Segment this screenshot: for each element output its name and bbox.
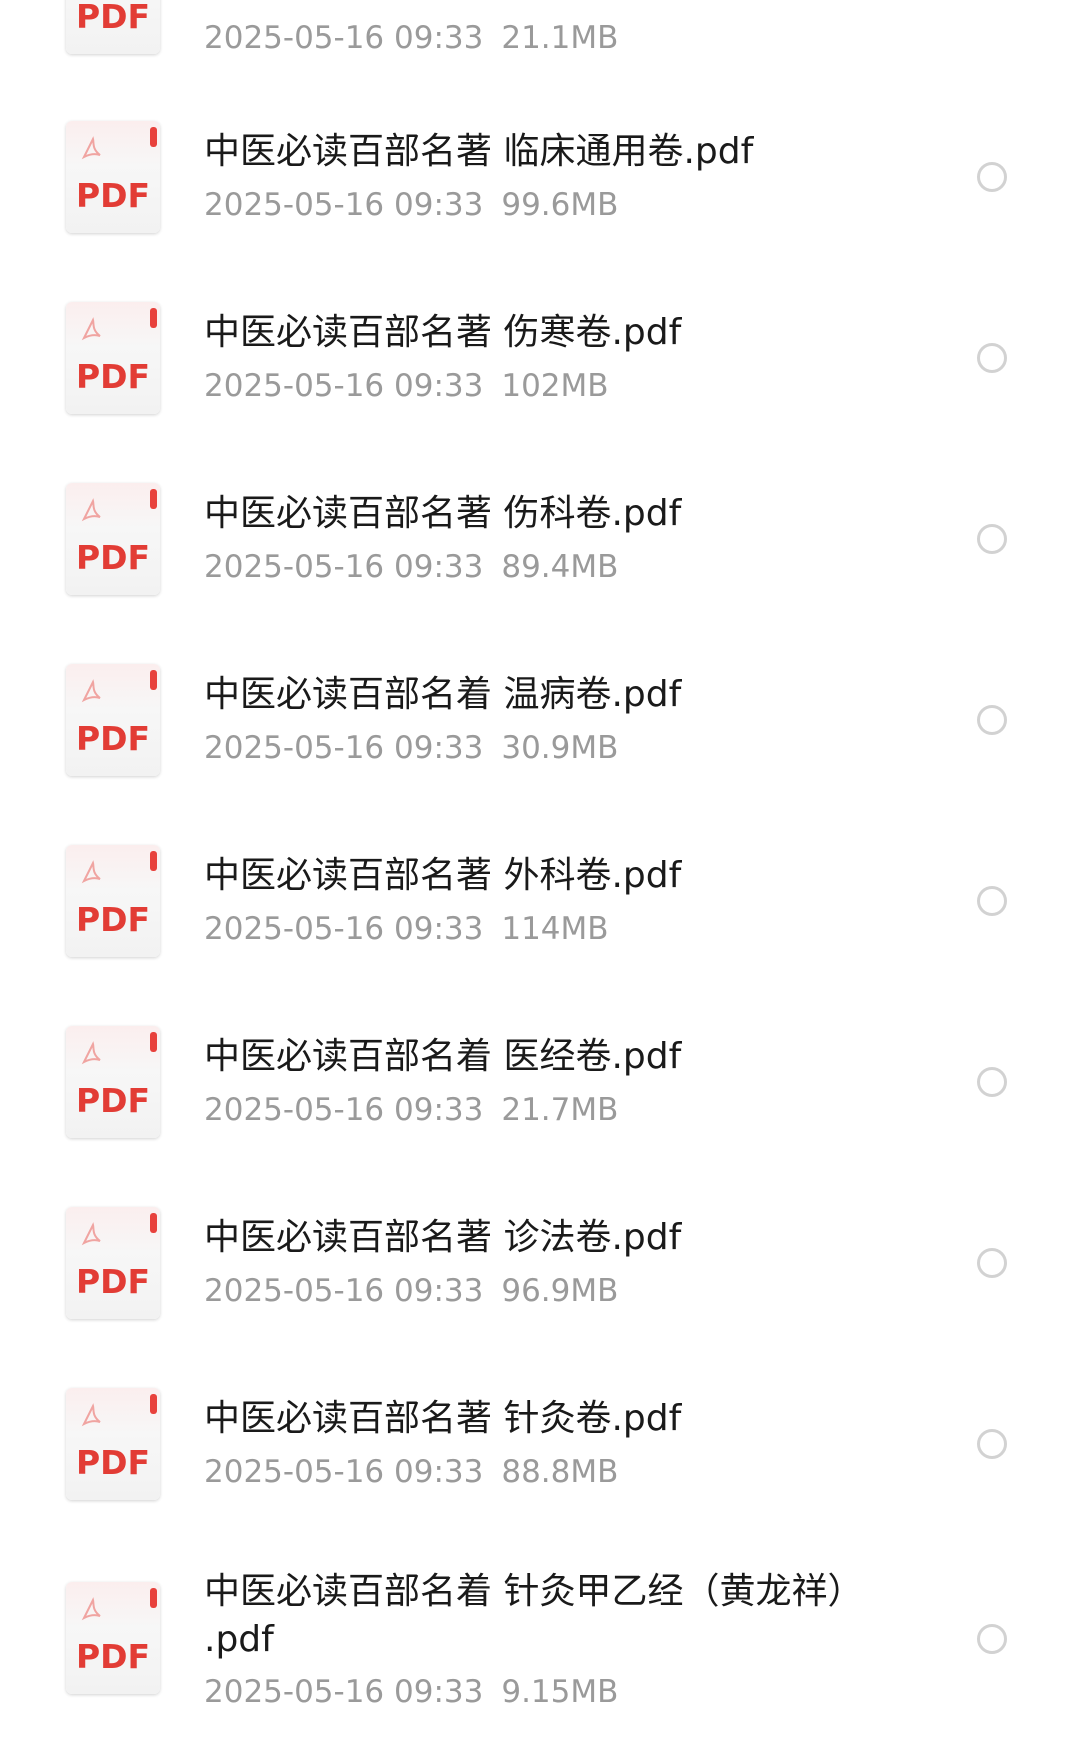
select-radio-button[interactable]	[977, 1067, 1007, 1097]
file-size: 21.1MB	[501, 20, 619, 56]
file-row[interactable]: PDF 中医必读百部名着 针灸甲乙经（黄龙祥） .pdf 2025-05-16 …	[0, 1548, 1080, 1737]
pdf-file-icon: PDF	[66, 1207, 160, 1319]
pdf-file-icon: PDF	[66, 121, 160, 233]
file-meta: 2025-05-16 09:33 9.15MB	[204, 1672, 618, 1712]
file-name: 中医必读百部名着 针灸甲乙经（黄龙祥）	[204, 1571, 864, 1612]
acrobat-icon	[81, 1403, 101, 1427]
pdf-label: PDF	[75, 357, 151, 396]
file-date: 2025-05-16 09:33	[204, 1454, 484, 1490]
file-meta: 2025-05-16 09:33 21.1MB	[204, 18, 618, 58]
pdf-file-icon: PDF	[66, 483, 160, 595]
pdf-corner-mark	[150, 670, 157, 690]
file-size: 88.8MB	[501, 1454, 619, 1490]
file-row[interactable]: PDF 中医必读百部名著 伤科卷.pdf 2025-05-16 09:33 89.…	[0, 462, 1080, 622]
pdf-label: PDF	[75, 1443, 151, 1482]
file-size: 9.15MB	[501, 1674, 619, 1710]
file-row[interactable]: PDF 中医必读百部名着 温病卷.pdf 2025-05-16 09:33 30.…	[0, 643, 1080, 803]
pdf-corner-mark	[150, 1588, 157, 1608]
file-meta: 2025-05-16 09:33 88.8MB	[204, 1452, 618, 1492]
file-meta: 2025-05-16 09:33 30.9MB	[204, 728, 618, 768]
file-name: 中医必读百部名着 温病卷.pdf	[204, 674, 682, 715]
pdf-corner-mark	[150, 489, 157, 509]
file-size: 30.9MB	[501, 730, 619, 766]
file-meta: 2025-05-16 09:33 21.7MB	[204, 1090, 618, 1130]
file-name: 中医必读百部名著 外科卷.pdf	[204, 855, 682, 896]
acrobat-icon	[81, 317, 101, 341]
pdf-corner-mark	[150, 1213, 157, 1233]
pdf-corner-mark	[150, 1032, 157, 1052]
pdf-label: PDF	[75, 1637, 151, 1676]
file-name: 中医必读百部名著 伤寒卷.pdf	[204, 312, 682, 353]
file-row[interactable]: PDF 2025-05-16 09:33 21.1MB	[0, 0, 1080, 56]
pdf-file-icon: PDF	[66, 1026, 160, 1138]
file-name: 中医必读百部名著 诊法卷.pdf	[204, 1217, 682, 1258]
file-name: 中医必读百部名著 临床通用卷.pdf	[204, 131, 754, 172]
acrobat-icon	[81, 1597, 101, 1621]
file-name: 中医必读百部名着 医经卷.pdf	[204, 1036, 682, 1077]
file-date: 2025-05-16 09:33	[204, 1092, 484, 1128]
file-meta: 2025-05-16 09:33 96.9MB	[204, 1271, 618, 1311]
file-row[interactable]: PDF 中医必读百部名著 针灸卷.pdf 2025-05-16 09:33 88.…	[0, 1367, 1080, 1527]
file-date: 2025-05-16 09:33	[204, 911, 484, 947]
pdf-label: PDF	[75, 1081, 151, 1120]
pdf-label: PDF	[75, 538, 151, 577]
select-radio-button[interactable]	[977, 524, 1007, 554]
file-row[interactable]: PDF 中医必读百部名著 临床通用卷.pdf 2025-05-16 09:33 9…	[0, 100, 1080, 260]
file-date: 2025-05-16 09:33	[204, 1273, 484, 1309]
acrobat-icon	[81, 1222, 101, 1246]
file-size: 114MB	[501, 911, 609, 947]
file-row[interactable]: PDF 中医必读百部名著 伤寒卷.pdf 2025-05-16 09:33 102…	[0, 281, 1080, 441]
file-meta: 2025-05-16 09:33 99.6MB	[204, 185, 618, 225]
acrobat-icon	[81, 498, 101, 522]
pdf-label: PDF	[75, 176, 151, 215]
acrobat-icon	[81, 679, 101, 703]
file-name: 中医必读百部名著 伤科卷.pdf	[204, 493, 682, 534]
select-radio-button[interactable]	[977, 162, 1007, 192]
file-size: 21.7MB	[501, 1092, 619, 1128]
acrobat-icon	[81, 1041, 101, 1065]
file-size: 89.4MB	[501, 549, 619, 585]
select-radio-button[interactable]	[977, 1624, 1007, 1654]
file-row[interactable]: PDF 中医必读百部名著 外科卷.pdf 2025-05-16 09:33 114…	[0, 824, 1080, 984]
file-date: 2025-05-16 09:33	[204, 730, 484, 766]
file-row[interactable]: PDF 中医必读百部名着 医经卷.pdf 2025-05-16 09:33 21.…	[0, 1005, 1080, 1165]
file-date: 2025-05-16 09:33	[204, 187, 484, 223]
pdf-file-icon: PDF	[66, 664, 160, 776]
pdf-label: PDF	[75, 900, 151, 939]
select-radio-button[interactable]	[977, 1429, 1007, 1459]
file-meta: 2025-05-16 09:33 102MB	[204, 366, 609, 406]
acrobat-icon	[81, 136, 101, 160]
pdf-corner-mark	[150, 127, 157, 147]
pdf-file-icon: PDF	[66, 1388, 160, 1500]
pdf-corner-mark	[150, 851, 157, 871]
file-meta: 2025-05-16 09:33 89.4MB	[204, 547, 618, 587]
pdf-corner-mark	[150, 308, 157, 328]
pdf-file-icon: PDF	[66, 845, 160, 957]
pdf-file-icon: PDF	[66, 302, 160, 414]
select-radio-button[interactable]	[977, 886, 1007, 916]
pdf-file-icon: PDF	[66, 0, 160, 54]
file-date: 2025-05-16 09:33	[204, 368, 484, 404]
file-date: 2025-05-16 09:33	[204, 549, 484, 585]
pdf-file-icon: PDF	[66, 1582, 160, 1694]
file-row[interactable]: PDF 中医必读百部名著 诊法卷.pdf 2025-05-16 09:33 96.…	[0, 1186, 1080, 1346]
pdf-label: PDF	[75, 719, 151, 758]
select-radio-button[interactable]	[977, 1248, 1007, 1278]
file-size: 102MB	[501, 368, 609, 404]
file-meta: 2025-05-16 09:33 114MB	[204, 909, 609, 949]
file-size: 96.9MB	[501, 1273, 619, 1309]
select-radio-button[interactable]	[977, 705, 1007, 735]
pdf-corner-mark	[150, 1394, 157, 1414]
file-list: PDF 2025-05-16 09:33 21.1MB PDF 中医必读百部名著 …	[0, 0, 1080, 1737]
select-radio-button[interactable]	[977, 343, 1007, 373]
file-name-continuation: .pdf	[204, 1619, 274, 1660]
file-date: 2025-05-16 09:33	[204, 20, 484, 56]
file-name: 中医必读百部名著 针灸卷.pdf	[204, 1398, 682, 1439]
acrobat-icon	[81, 860, 101, 884]
pdf-label: PDF	[75, 0, 151, 36]
file-size: 99.6MB	[501, 187, 619, 223]
file-date: 2025-05-16 09:33	[204, 1674, 484, 1710]
pdf-label: PDF	[75, 1262, 151, 1301]
